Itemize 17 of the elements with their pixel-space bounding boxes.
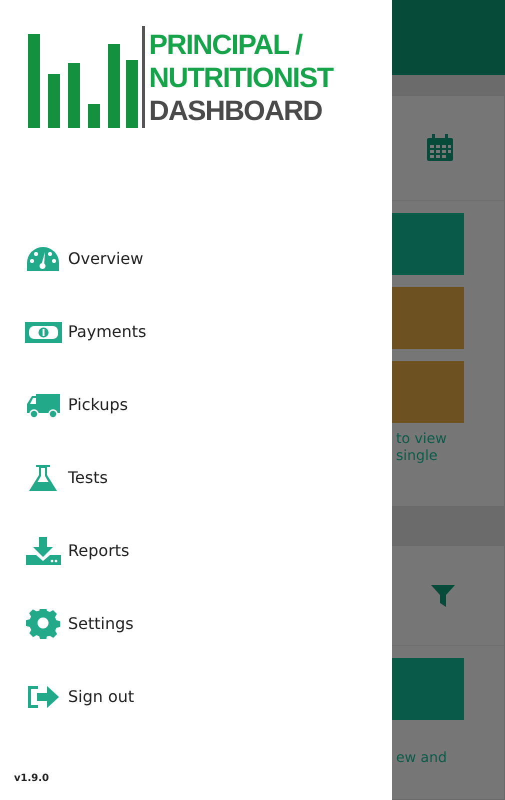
logo-text: NUTRITIONIST bbox=[149, 60, 333, 94]
logo-text: DASHBOARD bbox=[149, 94, 323, 126]
menu-item[interactable]: Pickups bbox=[25, 387, 128, 423]
download-icon bbox=[25, 536, 62, 566]
gauge-icon bbox=[25, 244, 62, 274]
menu-item[interactable]: Tests bbox=[25, 460, 108, 496]
description-text: ew and bbox=[395, 750, 448, 767]
description-text: single bbox=[395, 448, 438, 465]
menu-item[interactable]: Payments bbox=[25, 314, 146, 350]
version-text: v1.9.0 bbox=[14, 772, 49, 786]
menu-item[interactable]: Overview bbox=[25, 241, 144, 277]
logo-text: PRINCIPAL / bbox=[149, 28, 304, 60]
settings-icon bbox=[25, 609, 62, 639]
menu-item[interactable]: Sign out bbox=[25, 679, 134, 715]
menu-item[interactable]: Settings bbox=[25, 606, 134, 642]
menu-item[interactable]: Reports bbox=[25, 533, 130, 569]
description-text: to view bbox=[395, 431, 448, 448]
